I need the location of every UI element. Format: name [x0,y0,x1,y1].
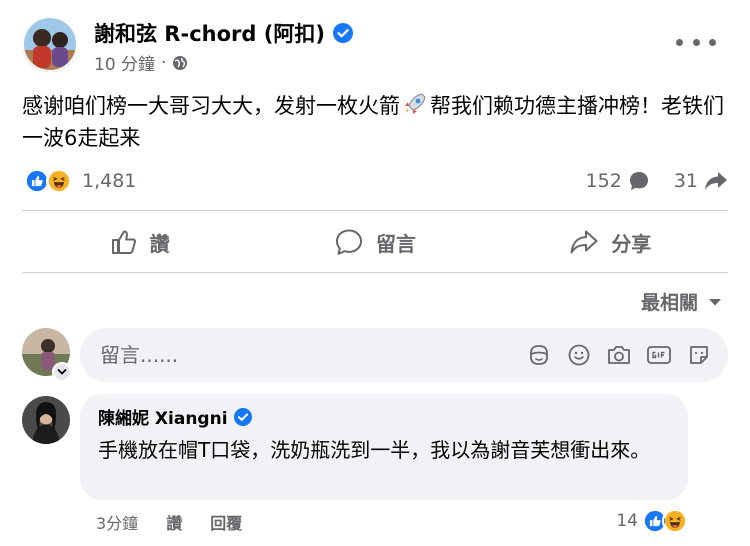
comment-bubble-icon [629,172,648,190]
globe-icon [173,55,188,70]
composer-tools [512,342,712,368]
comment-like-button[interactable]: 讚 [166,510,182,534]
commenter-avatar[interactable] [22,396,70,444]
sort-label: 最相關 [640,292,698,314]
comment-text: 手機放在帽T口袋，洗奶瓶洗到一半，我以為謝音芙想衝出來。 [98,438,651,462]
post-text-part-1: 感谢咱们榜一大哥习大大，发射一枚火箭 [22,94,400,118]
meta-separator: · [161,52,167,73]
haha-reaction-icon [662,508,688,534]
post-text: 感谢咱们榜一大哥习大大，发射一枚火箭 帮我们赖功德主播冲榜！老铁们一波6走起来 [22,90,732,154]
sticker-icon [690,346,708,364]
comment-reaction-count: 14 [616,511,638,531]
comment-input[interactable] [98,342,512,368]
engagement-counts: 152 31 [586,166,728,196]
comment-author[interactable]: 陳緗妮 Xiangni [98,404,670,429]
reaction-icons [24,168,72,194]
smiley-icon [568,344,590,366]
avatar-sticker-button[interactable] [526,342,552,368]
author-name[interactable]: 謝和弦 R-chord (阿扣) [94,18,353,48]
share-count-value: 31 [673,170,698,192]
thumbs-up-icon [111,230,136,254]
comment-composer [80,328,728,382]
comment-button[interactable]: 留言 [257,216,492,268]
comment-icon [335,229,362,255]
camera-icon [608,346,630,364]
like-label: 讚 [149,231,170,256]
post-timestamp[interactable]: 10 分鐘 [94,50,155,75]
share-label: 分享 [611,231,652,256]
gif-icon [647,346,671,364]
avatar-sticker-icon [530,345,548,365]
reaction-summary[interactable]: 1,481 [24,166,136,196]
post-meta: 10 分鐘 · [94,50,188,75]
facebook-post: 謝和弦 R-chord (阿扣) 10 分鐘 · 感谢咱们榜一大哥习大大，发射一… [0,0,750,546]
more-dot-icon [692,38,700,46]
divider [22,210,728,211]
share-arrow-icon [705,172,727,190]
comment-timestamp[interactable]: 3分鐘 [96,510,138,534]
sticker-button[interactable] [686,342,712,368]
verified-badge-icon [233,407,252,426]
rocket-emoji-icon [405,93,426,114]
author-avatar[interactable] [22,16,78,72]
caret-down-icon [709,298,721,305]
more-dot-icon [676,38,683,46]
divider [22,272,728,273]
share-icon [570,230,598,254]
share-count[interactable]: 31 [674,170,728,192]
like-button[interactable]: 讚 [22,216,257,268]
more-dot-icon [709,38,716,46]
more-options-button[interactable] [676,30,716,54]
comment-meta: 3分鐘 讚 回覆 [96,510,270,534]
post-action-bar: 讚 留言 分享 [22,216,728,268]
comment-count[interactable]: 152 [586,170,650,192]
share-button[interactable]: 分享 [493,216,728,268]
verified-badge-icon [332,23,353,43]
comment-author-name[interactable]: 陳緗妮 Xiangni [98,404,228,429]
haha-reaction-icon [46,168,72,194]
comment-label: 留言 [375,231,416,256]
author-name-text[interactable]: 謝和弦 R-chord (阿扣) [94,18,325,48]
comment-count-value: 152 [585,170,622,192]
emoji-button[interactable] [566,342,592,368]
comment-reactions[interactable]: 14 [616,508,688,534]
reaction-count[interactable]: 1,481 [82,170,136,192]
account-switch-chevron-icon[interactable] [52,362,72,382]
comment-sort-dropdown[interactable]: 最相關 [641,288,722,315]
comment-bubble: 陳緗妮 Xiangni 手機放在帽T口袋，洗奶瓶洗到一半，我以為謝音芙想衝出來。 [80,394,688,500]
comment-reply-button[interactable]: 回覆 [210,510,242,534]
photo-button[interactable] [606,342,632,368]
gif-button[interactable] [646,342,672,368]
